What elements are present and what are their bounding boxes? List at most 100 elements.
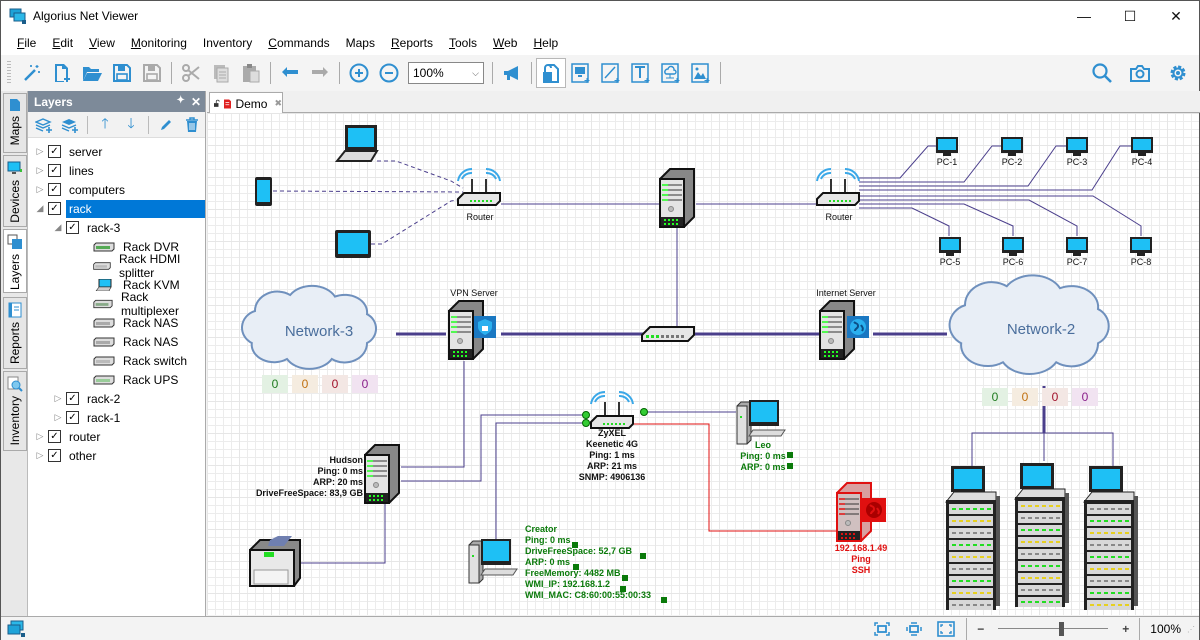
search-button[interactable]	[1087, 58, 1117, 88]
cut-button[interactable]	[176, 58, 206, 88]
new-map-button[interactable]	[47, 58, 77, 88]
save-all-button[interactable]	[137, 58, 167, 88]
side-tab-layers[interactable]: Layers	[3, 229, 27, 293]
open-button[interactable]	[77, 58, 107, 88]
network3-counter-ok[interactable]: 0	[262, 375, 288, 393]
zoom-select[interactable]: 100% ⌵	[408, 62, 484, 84]
add-sublayer-button[interactable]	[58, 114, 82, 136]
wizard-button[interactable]	[17, 58, 47, 88]
undo-button[interactable]	[275, 58, 305, 88]
collapsed-arrow-icon[interactable]: ▷	[34, 184, 46, 195]
layer-item[interactable]: Rack switch	[28, 351, 205, 370]
tab-demo[interactable]: Demo ✖	[209, 92, 283, 114]
side-tab-reports[interactable]: Reports	[3, 297, 27, 369]
layer-item[interactable]: Rack multiplexer	[28, 290, 205, 318]
layer-item[interactable]: Rack UPS	[28, 370, 205, 389]
menu-monitoring[interactable]: Monitoring	[123, 36, 195, 50]
menu-commands[interactable]: Commands	[260, 36, 337, 50]
layer-checkbox[interactable]: ✓	[48, 430, 61, 443]
close-button[interactable]: ✕	[1153, 1, 1199, 31]
add-image-button[interactable]	[686, 58, 716, 88]
redo-button[interactable]	[305, 58, 335, 88]
layer-node[interactable]: ▷ ✓ computers	[28, 180, 205, 199]
menu-help[interactable]: Help	[525, 36, 566, 50]
expanded-arrow-icon[interactable]: ◢	[34, 203, 46, 214]
collapsed-arrow-icon[interactable]: ▷	[52, 393, 64, 404]
network2-counter-error[interactable]: 0	[1042, 388, 1068, 406]
expanded-arrow-icon[interactable]: ◢	[52, 222, 64, 233]
zoom-plus-button[interactable]: +	[1116, 622, 1135, 636]
network2-counter-other[interactable]: 0	[1072, 388, 1098, 406]
layer-node[interactable]: ▷ ✓ router	[28, 427, 205, 446]
layer-node[interactable]: ◢ ✓ rack	[28, 199, 205, 218]
side-tab-inventory[interactable]: Inventory	[3, 371, 27, 451]
collapsed-arrow-icon[interactable]: ▷	[34, 431, 46, 442]
network2-counter-ok[interactable]: 0	[982, 388, 1008, 406]
layer-checkbox[interactable]: ✓	[48, 145, 61, 158]
menu-inventory[interactable]: Inventory	[195, 36, 260, 50]
layer-checkbox[interactable]: ✓	[66, 411, 79, 424]
layer-node[interactable]: ▷ ✓ other	[28, 446, 205, 465]
delete-button[interactable]	[180, 114, 204, 136]
zoom-slider-thumb[interactable]	[1059, 622, 1065, 636]
side-tab-devices[interactable]: Devices	[3, 155, 27, 227]
tab-close-icon[interactable]: ✖	[274, 98, 282, 109]
layer-item[interactable]: Rack NAS	[28, 332, 205, 351]
layer-node[interactable]: ▷ ✓ server	[28, 142, 205, 161]
fullscreen-button[interactable]	[930, 618, 962, 640]
pin-icon[interactable]: ✦	[177, 95, 185, 109]
paste-button[interactable]	[236, 58, 266, 88]
add-line-button[interactable]	[596, 58, 626, 88]
side-tab-maps[interactable]: Maps	[3, 93, 27, 153]
menu-maps[interactable]: Maps	[338, 36, 383, 50]
layer-checkbox[interactable]: ✓	[48, 202, 61, 215]
fit-width-button[interactable]	[898, 618, 930, 640]
toolbar-grip[interactable]	[7, 61, 11, 85]
resize-grip-icon[interactable]: ⋰	[1187, 625, 1195, 634]
move-up-button[interactable]: 🡑	[93, 114, 117, 136]
lock-button[interactable]	[536, 58, 566, 88]
layer-node[interactable]: ▷ ✓ rack-1	[28, 408, 205, 427]
collapsed-arrow-icon[interactable]: ▷	[34, 450, 46, 461]
network3-counter-error[interactable]: 0	[322, 375, 348, 393]
collapsed-arrow-icon[interactable]: ▷	[34, 165, 46, 176]
layer-node[interactable]: ◢ ✓ rack-3	[28, 218, 205, 237]
save-button[interactable]	[107, 58, 137, 88]
copy-button[interactable]	[206, 58, 236, 88]
broadcast-button[interactable]	[497, 58, 527, 88]
add-text-button[interactable]	[626, 58, 656, 88]
network3-counter-warning[interactable]: 0	[292, 375, 318, 393]
network2-counter-warning[interactable]: 0	[1012, 388, 1038, 406]
layer-checkbox[interactable]: ✓	[48, 164, 61, 177]
minimize-button[interactable]: —	[1061, 1, 1107, 31]
network3-counter-other[interactable]: 0	[352, 375, 378, 393]
move-down-button[interactable]: 🡓	[119, 114, 143, 136]
collapsed-arrow-icon[interactable]: ▷	[52, 412, 64, 423]
maximize-button[interactable]: ☐	[1107, 1, 1153, 31]
menu-reports[interactable]: Reports	[383, 36, 441, 50]
menu-file[interactable]: File	[9, 36, 44, 50]
network-map-canvas[interactable]: Router Router PC-1 PC-2 PC-3 PC-4 PC-5 PC-6 PC-7…	[207, 113, 1199, 615]
collapsed-arrow-icon[interactable]: ▷	[34, 146, 46, 157]
screenshot-button[interactable]	[1125, 58, 1155, 88]
zoom-slider[interactable]	[998, 619, 1109, 639]
layer-checkbox[interactable]: ✓	[66, 392, 79, 405]
menu-tools[interactable]: Tools	[441, 36, 485, 50]
zoom-in-button[interactable]	[344, 58, 374, 88]
menu-view[interactable]: View	[81, 36, 123, 50]
fit-page-button[interactable]	[866, 618, 898, 640]
menu-edit[interactable]: Edit	[44, 36, 81, 50]
settings-button[interactable]	[1163, 58, 1193, 88]
panel-close-icon[interactable]: ✕	[191, 95, 201, 109]
add-device-button[interactable]	[566, 58, 596, 88]
layer-checkbox[interactable]: ✓	[48, 449, 61, 462]
layer-checkbox[interactable]: ✓	[66, 221, 79, 234]
layer-node[interactable]: ▷ ✓ rack-2	[28, 389, 205, 408]
layer-item[interactable]: Rack HDMI splitter	[28, 252, 205, 280]
zoom-minus-button[interactable]: −	[971, 622, 990, 636]
layer-checkbox[interactable]: ✓	[48, 183, 61, 196]
layer-node[interactable]: ▷ ✓ lines	[28, 161, 205, 180]
rename-button[interactable]	[154, 114, 178, 136]
menu-web[interactable]: Web	[485, 36, 525, 50]
zoom-out-button[interactable]	[374, 58, 404, 88]
